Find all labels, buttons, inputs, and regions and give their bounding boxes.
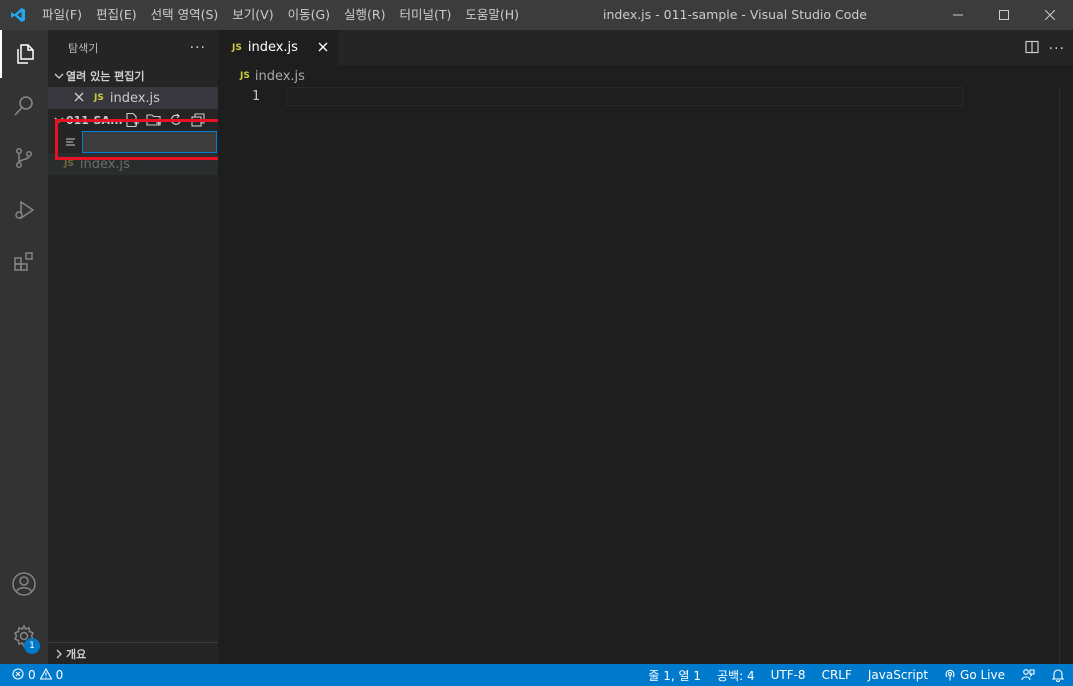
editor-actions: ···	[1025, 40, 1065, 58]
chevron-right-icon	[52, 649, 66, 659]
outline-label: 개요	[66, 647, 87, 661]
menu-terminal[interactable]: 터미널(T)	[393, 0, 459, 30]
open-editor-filename: index.js	[109, 90, 160, 106]
line-number: 1	[252, 89, 260, 104]
minimap-scrollbar[interactable]	[1059, 87, 1073, 664]
open-editors-section[interactable]: 열려 있는 편집기	[48, 65, 218, 87]
activity-bar: 1	[0, 30, 48, 664]
go-live-button[interactable]: Go Live	[936, 668, 1013, 682]
new-file-name-input[interactable]	[82, 131, 217, 153]
error-count: 0	[28, 668, 36, 682]
new-folder-icon[interactable]	[146, 112, 162, 128]
minimize-button[interactable]	[935, 0, 981, 30]
js-file-icon: JS	[232, 42, 242, 53]
close-editor-icon[interactable]	[74, 92, 86, 104]
menu-selection[interactable]: 선택 영역(S)	[144, 0, 226, 30]
status-right: 줄 1, 열 1 공백: 4 UTF-8 CRLF JavaScript Go …	[640, 664, 1073, 686]
outline-section[interactable]: 개요	[48, 642, 218, 664]
chevron-down-icon	[52, 115, 66, 125]
more-editor-actions-icon[interactable]: ···	[1049, 41, 1065, 57]
run-debug-icon[interactable]	[0, 186, 48, 234]
split-editor-icon[interactable]	[1025, 40, 1039, 58]
code-editor[interactable]: 1	[218, 87, 1073, 647]
menu-file[interactable]: 파일(F)	[35, 0, 89, 30]
search-icon[interactable]	[0, 82, 48, 130]
current-line-highlight	[286, 87, 963, 106]
language-mode[interactable]: JavaScript	[860, 668, 936, 682]
new-file-row	[48, 131, 218, 153]
status-bar: 0 0 줄 1, 열 1 공백: 4 UTF-8 CRLF JavaScript…	[0, 664, 1073, 686]
window-title: index.js - 011-sample - Visual Studio Co…	[603, 7, 867, 22]
source-control-icon[interactable]	[0, 134, 48, 182]
explorer-icon[interactable]	[0, 30, 48, 78]
menu-view[interactable]: 보기(V)	[225, 0, 280, 30]
feedback-icon[interactable]	[1013, 668, 1043, 682]
settings-update-badge: 1	[24, 638, 40, 654]
file-type-icon	[66, 137, 78, 147]
vscode-logo-icon	[0, 0, 35, 30]
js-file-icon: JS	[240, 71, 250, 81]
more-actions-icon[interactable]: ···	[190, 40, 206, 56]
tab-label: index.js	[247, 40, 298, 55]
menu-run[interactable]: 실행(R)	[337, 0, 392, 30]
title-bar: 파일(F) 편집(E) 선택 영역(S) 보기(V) 이동(G) 실행(R) 터…	[0, 0, 1073, 30]
js-file-icon: JS	[64, 159, 74, 169]
file-tree-item[interactable]: JS index.js	[48, 153, 218, 175]
extensions-icon[interactable]	[0, 238, 48, 286]
error-icon	[12, 667, 24, 683]
open-editor-item[interactable]: JS index.js	[48, 87, 218, 109]
folder-label: 011-SA...	[66, 113, 123, 127]
go-live-label: Go Live	[960, 668, 1005, 682]
folder-section[interactable]: 011-SA...	[48, 109, 218, 131]
file-tree-filename: index.js	[79, 156, 130, 172]
warning-icon	[39, 667, 53, 683]
tab-index-js[interactable]: JS index.js	[218, 30, 338, 65]
js-file-icon: JS	[94, 93, 104, 103]
folder-actions	[124, 112, 206, 128]
menu-help[interactable]: 도움말(H)	[458, 0, 526, 30]
menu-bar: 파일(F) 편집(E) 선택 영역(S) 보기(V) 이동(G) 실행(R) 터…	[35, 0, 526, 30]
close-window-button[interactable]	[1027, 0, 1073, 30]
breadcrumb-file: index.js	[254, 68, 305, 84]
menu-edit[interactable]: 편집(E)	[89, 0, 144, 30]
close-tab-icon[interactable]	[316, 40, 330, 54]
editor-area: JS index.js ··· JS index.js 1	[218, 30, 1073, 664]
explorer-sidebar: 탐색기 ··· 열려 있는 편집기 JS index.js 011-SA...	[48, 30, 218, 664]
warning-count: 0	[55, 668, 64, 682]
breadcrumb[interactable]: JS index.js	[218, 65, 1073, 87]
manage-gear-icon[interactable]: 1	[0, 612, 48, 660]
new-file-icon[interactable]	[124, 112, 140, 128]
encoding[interactable]: UTF-8	[763, 668, 814, 682]
notifications-bell-icon[interactable]	[1043, 668, 1073, 682]
indentation[interactable]: 공백: 4	[709, 667, 763, 684]
collapse-all-icon[interactable]	[190, 112, 206, 128]
end-of-line[interactable]: CRLF	[814, 668, 860, 682]
broadcast-icon	[945, 669, 955, 681]
problems-indicator[interactable]: 0 0	[0, 667, 64, 683]
chevron-down-icon	[52, 71, 66, 81]
explorer-header: 탐색기 ···	[48, 30, 218, 65]
refresh-icon[interactable]	[168, 112, 184, 128]
maximize-button[interactable]	[981, 0, 1027, 30]
editor-tabs: JS index.js ···	[218, 30, 1073, 65]
account-icon[interactable]	[0, 560, 48, 608]
menu-go[interactable]: 이동(G)	[281, 0, 337, 30]
window-controls	[935, 0, 1073, 30]
explorer-title: 탐색기	[68, 41, 99, 55]
open-editors-label: 열려 있는 편집기	[66, 70, 145, 83]
cursor-position[interactable]: 줄 1, 열 1	[640, 667, 709, 684]
